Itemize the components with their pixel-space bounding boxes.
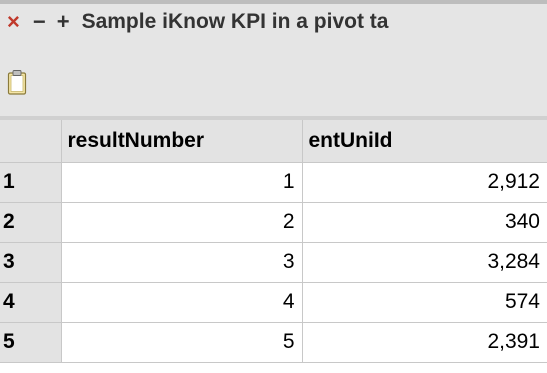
- table-row: 2 2 340: [0, 202, 547, 243]
- cell-entUniId[interactable]: 2,391: [302, 322, 547, 363]
- table-row: 3 3 3,284: [0, 242, 547, 283]
- cell-resultNumber[interactable]: 5: [61, 322, 303, 363]
- header-row: resultNumber entUniId: [0, 120, 547, 163]
- cell-entUniId[interactable]: 2,912: [302, 162, 547, 203]
- cell-resultNumber[interactable]: 3: [61, 242, 303, 283]
- column-header-resultNumber[interactable]: resultNumber: [61, 120, 303, 163]
- pivot-window: × − + Sample iKnow KPI in a pivot ta res…: [0, 0, 547, 373]
- row-header[interactable]: 2: [0, 202, 62, 243]
- maximize-button[interactable]: +: [57, 4, 70, 40]
- row-header[interactable]: 4: [0, 282, 62, 323]
- cell-entUniId[interactable]: 340: [302, 202, 547, 243]
- cell-resultNumber[interactable]: 1: [61, 162, 303, 203]
- row-header[interactable]: 1: [0, 162, 62, 203]
- window-title: Sample iKnow KPI in a pivot ta: [81, 10, 389, 33]
- toolbar: [0, 40, 547, 116]
- row-header[interactable]: 5: [0, 322, 62, 363]
- cell-entUniId[interactable]: 574: [302, 282, 547, 323]
- table-row: 5 5 2,391: [0, 322, 547, 363]
- clipboard-icon[interactable]: [7, 69, 27, 95]
- cell-resultNumber[interactable]: 2: [61, 202, 303, 243]
- title-bar: × − + Sample iKnow KPI in a pivot ta: [0, 4, 547, 40]
- table-row: 1 1 2,912: [0, 162, 547, 203]
- pivot-table: resultNumber entUniId 1 1 2,912 2 2 340 …: [0, 120, 547, 363]
- row-header[interactable]: 3: [0, 242, 62, 283]
- corner-cell: [0, 120, 62, 163]
- table-row: 4 4 574: [0, 282, 547, 323]
- cell-resultNumber[interactable]: 4: [61, 282, 303, 323]
- cell-entUniId[interactable]: 3,284: [302, 242, 547, 283]
- minimize-button[interactable]: −: [33, 4, 46, 40]
- close-button[interactable]: ×: [7, 4, 20, 40]
- column-header-entUniId[interactable]: entUniId: [302, 120, 547, 163]
